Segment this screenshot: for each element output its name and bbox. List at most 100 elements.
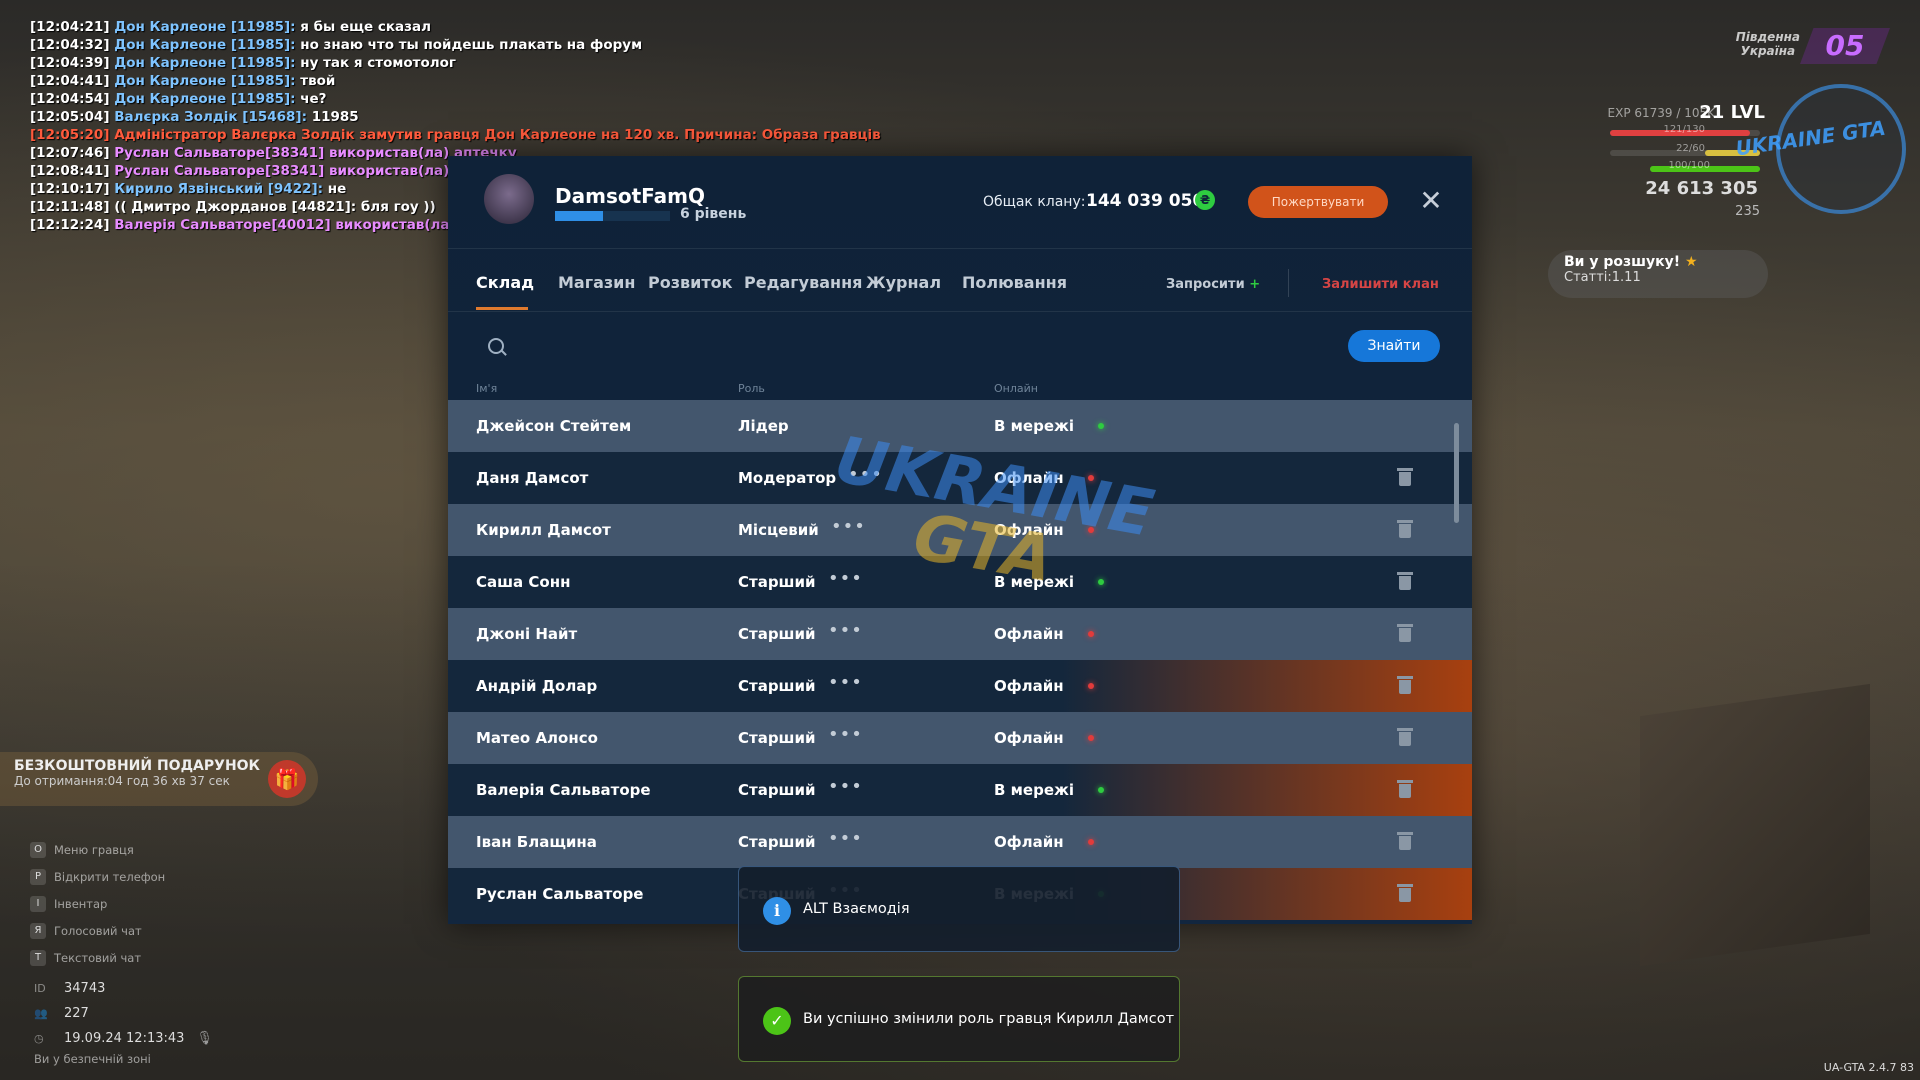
clan-avatar xyxy=(484,174,534,224)
more-options-icon[interactable]: ••• xyxy=(828,724,863,745)
trash-icon[interactable] xyxy=(1397,780,1413,798)
key-icon: T xyxy=(30,949,46,966)
safe-zone-status: Ви у безпечній зоні xyxy=(34,1052,151,1066)
tab-shop[interactable]: Магазин xyxy=(558,273,635,292)
trash-icon[interactable] xyxy=(1397,520,1413,538)
scrollbar[interactable] xyxy=(1454,423,1459,523)
donate-button[interactable]: Пожертвувати xyxy=(1248,186,1388,218)
invite-label: Запросити xyxy=(1166,277,1245,292)
tab-editing[interactable]: Редагування xyxy=(744,273,862,292)
microphone-icon: 🎙 xyxy=(196,1031,213,1046)
hint-label: Текстовий чат xyxy=(54,950,142,965)
tab-hunting[interactable]: Полювання xyxy=(962,273,1067,292)
trash-icon[interactable] xyxy=(1397,728,1413,746)
chat-line: [12:05:04] Валєрка Золдік [15468]: 11985 xyxy=(30,108,870,126)
key-icon: Я xyxy=(30,922,46,939)
id-label: ID xyxy=(34,982,46,995)
level-readout: 21 LVL xyxy=(1699,102,1765,123)
keybind-hint: P Відкрити телефон xyxy=(30,863,165,890)
trash-icon[interactable] xyxy=(1397,468,1413,486)
search-icon xyxy=(488,338,504,354)
trash-icon[interactable] xyxy=(1397,624,1413,642)
member-role: Модератор xyxy=(738,469,837,487)
close-icon[interactable]: ✕ xyxy=(1416,186,1446,216)
chat-time: [12:04:54] xyxy=(30,91,110,107)
chat-author: Дон Карлеоне [11985]: xyxy=(114,37,296,53)
member-row[interactable]: Андрій Долар Старший ••• Офлайн xyxy=(448,660,1472,712)
more-options-icon[interactable]: ••• xyxy=(828,776,863,797)
chat-author: Дон Карлеоне [11985]: xyxy=(114,73,296,89)
gift-icon: 🎁 xyxy=(268,760,306,798)
member-row[interactable]: Валерія Сальваторе Старший ••• В мережі xyxy=(448,764,1472,816)
armor-value: 22/60 xyxy=(1676,143,1705,154)
chat-time: [12:05:04] xyxy=(30,109,110,125)
hint-label: Голосовий чат xyxy=(54,923,142,938)
chat-line: [12:05:20] Адміністратор Валєрка Золдік … xyxy=(30,126,881,144)
find-button[interactable]: Знайти xyxy=(1348,330,1440,362)
member-name: Валерія Сальваторе xyxy=(476,781,651,799)
member-name: Даня Дамсот xyxy=(476,469,589,487)
chat-message: но знаю что ты пойдешь плакать на форум xyxy=(300,37,643,53)
member-search-input[interactable] xyxy=(516,330,1160,362)
free-gift-banner[interactable]: БЕЗКОШТОВНИЙ ПОДАРУНОК До отримання:04 г… xyxy=(0,752,318,806)
member-role: Старший xyxy=(738,625,816,643)
chat-time: [12:04:39] xyxy=(30,55,110,71)
plus-icon: + xyxy=(1249,277,1261,292)
interaction-hint: ALT Взаємодія xyxy=(803,901,910,917)
leave-clan-button[interactable]: Залишити клан xyxy=(1322,277,1439,292)
health-value: 121/130 xyxy=(1663,124,1705,135)
hint-label: Відкрити телефон xyxy=(54,869,166,884)
chat-author: Дон Карлеоне [11985]: xyxy=(114,91,296,107)
success-toast: ✓ Ви успішно змінили роль гравця Кирилл … xyxy=(738,976,1180,1062)
checkmark-icon: ✓ xyxy=(763,1007,791,1035)
member-name: Матео Алонсо xyxy=(476,729,598,747)
datetime: 19.09.24 12:13:43 xyxy=(64,1031,185,1046)
member-role: Старший xyxy=(738,677,816,695)
tab-journal[interactable]: Журнал xyxy=(866,273,941,292)
member-name: Саша Сонн xyxy=(476,573,571,591)
member-role: Місцевий xyxy=(738,521,819,539)
more-options-icon[interactable]: ••• xyxy=(828,828,863,849)
keybind-hint: T Текстовий чат xyxy=(30,944,165,971)
member-status: В мережі xyxy=(994,417,1075,435)
chat-message: че? xyxy=(300,91,327,107)
member-row[interactable]: Джоні Найт Старший ••• Офлайн xyxy=(448,608,1472,660)
member-row[interactable]: Матео Алонсо Старший ••• Офлайн xyxy=(448,712,1472,764)
member-row[interactable]: Іван Блащина Старший ••• Офлайн xyxy=(448,816,1472,868)
chat-message: я бы еще сказал xyxy=(300,19,432,35)
member-name: Кирилл Дамсот xyxy=(476,521,611,539)
trash-icon[interactable] xyxy=(1397,884,1413,902)
key-icon: P xyxy=(30,868,46,885)
clan-level: 6 рівень xyxy=(680,206,747,222)
more-options-icon[interactable]: ••• xyxy=(828,620,863,641)
clan-bank-value: 144 039 050 xyxy=(1086,191,1205,211)
member-status: Офлайн xyxy=(994,833,1064,851)
more-options-icon[interactable]: ••• xyxy=(828,568,863,589)
tab-development[interactable]: Розвиток xyxy=(648,273,732,292)
chat-author: Дон Карлеоне [11985]: xyxy=(114,55,296,71)
tab-storage[interactable]: Склад xyxy=(476,273,534,292)
trash-icon[interactable] xyxy=(1397,832,1413,850)
table-header: Ім'я Роль Онлайн xyxy=(448,374,1472,400)
trash-icon[interactable] xyxy=(1397,572,1413,590)
status-indicator xyxy=(1098,423,1104,429)
interaction-toast: i ALT Взаємодія xyxy=(738,866,1180,952)
key-icon: I xyxy=(30,895,46,912)
players-icon: 👥 xyxy=(34,1007,48,1020)
hunger-value: 100/100 xyxy=(1668,160,1710,171)
gift-timer: До отримання:04 год 36 хв 37 сек xyxy=(14,774,230,788)
member-name: Руслан Сальваторе xyxy=(476,885,644,903)
chat-message: ну так я стомотолог xyxy=(300,55,456,71)
status-indicator xyxy=(1088,839,1094,845)
search-row: Знайти xyxy=(448,312,1472,374)
more-options-icon[interactable]: ••• xyxy=(828,672,863,693)
chat-message: твой xyxy=(300,73,336,89)
chat-line: [12:04:21] Дон Карлеоне [11985]: я бы ещ… xyxy=(30,18,870,36)
invite-button[interactable]: Запросити + xyxy=(1166,277,1260,292)
clan-name: DamsotFamQ xyxy=(555,184,705,208)
clan-bank-label: Общак клану: xyxy=(983,194,1086,210)
trash-icon[interactable] xyxy=(1397,676,1413,694)
chat-time: [12:05:20] xyxy=(30,127,110,143)
chat-message: Адміністратор Валєрка Золдік замутив гра… xyxy=(114,127,881,143)
chat-time: [12:12:24] xyxy=(30,217,110,233)
